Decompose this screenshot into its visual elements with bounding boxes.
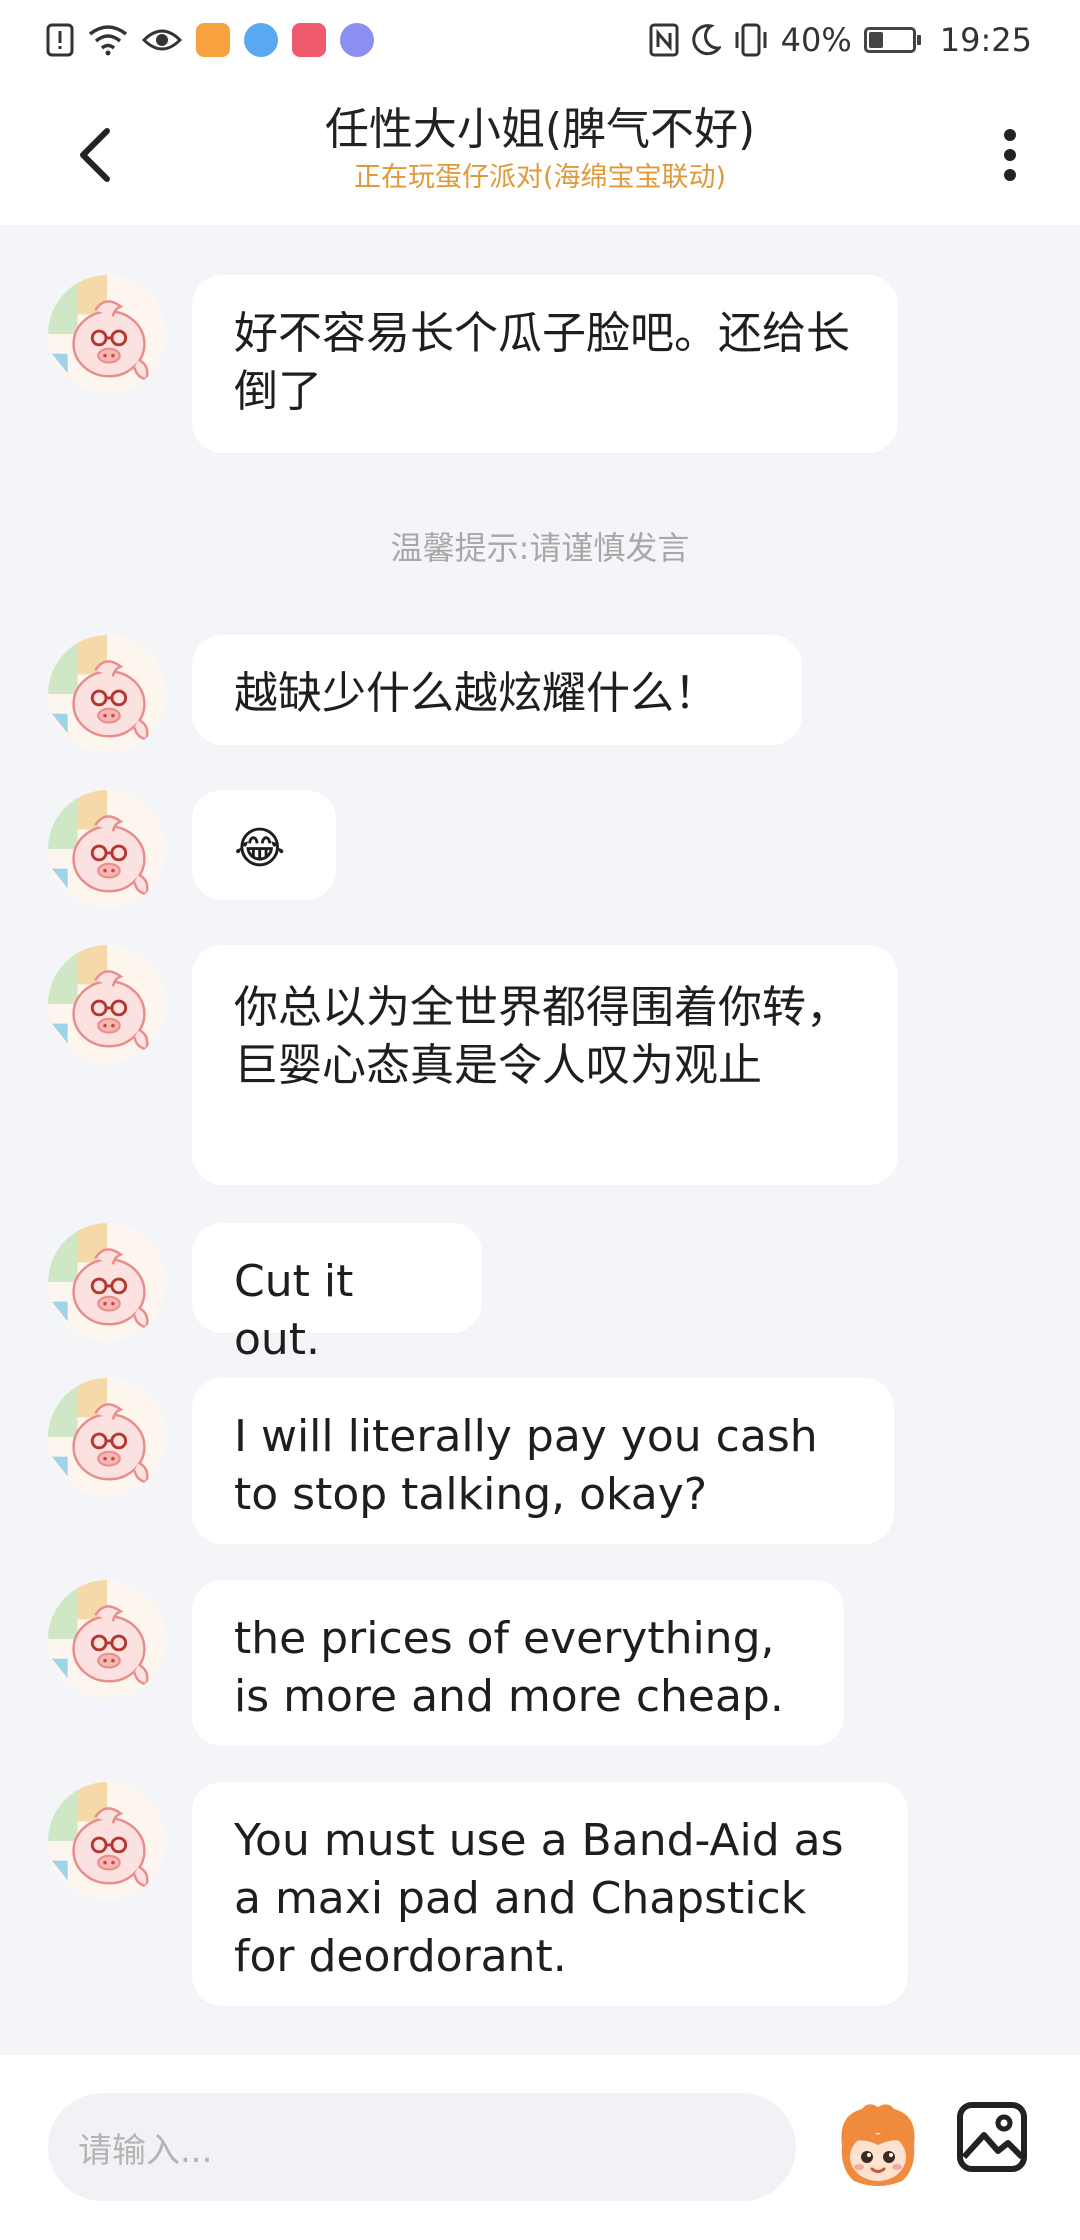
message-text: I will literally pay you cash to stop ta…	[234, 1411, 818, 1520]
avatar[interactable]	[48, 1378, 166, 1496]
chat-header: 任性大小姐(脾气不好) 正在玩蛋仔派对(海绵宝宝联动)	[0, 80, 1080, 225]
message-bubble[interactable]: 越缺少什么越炫耀什么！	[192, 635, 802, 745]
avatar[interactable]	[48, 275, 166, 393]
battery-level	[868, 32, 884, 48]
status-left-icons	[46, 18, 374, 62]
pig-avatar-icon	[48, 945, 166, 1063]
message-input[interactable]: 请输入...	[48, 2093, 796, 2201]
safety-notice: 温馨提示:请谨慎发言	[390, 529, 690, 567]
back-button[interactable]	[60, 120, 130, 190]
chat-screen: 40% 19:25 任性大小姐(脾气不好) 正在玩蛋仔派对(海绵宝宝联动) 好不…	[0, 0, 1080, 2240]
battery-icon	[863, 27, 921, 53]
avatar[interactable]	[48, 945, 166, 1063]
input-placeholder: 请输入...	[78, 2130, 213, 2171]
video-app-icon	[196, 23, 230, 57]
status-bar: 40% 19:25	[0, 0, 1080, 80]
message-text: 好不容易长个瓜子脸吧。还给长倒了	[234, 308, 850, 417]
message-text: 😂	[234, 823, 286, 874]
chevron-left-icon	[80, 128, 110, 182]
nfc-icon	[649, 23, 679, 57]
more-options-button[interactable]	[980, 120, 1040, 190]
music-app-icon	[340, 23, 374, 57]
pig-avatar-icon	[48, 275, 166, 393]
message-bubble[interactable]: the prices of everything, is more and mo…	[192, 1580, 844, 1746]
battery-percent: 40%	[780, 21, 852, 59]
wifi-icon	[88, 25, 128, 56]
clock: 19:25	[939, 21, 1032, 59]
pig-avatar-icon	[48, 1782, 166, 1900]
pig-avatar-icon	[48, 1580, 166, 1698]
pig-avatar-icon	[48, 1378, 166, 1496]
mascot-icon	[841, 2104, 915, 2186]
message-bubble[interactable]: I will literally pay you cash to stop ta…	[192, 1378, 894, 1544]
vibrate-icon	[735, 23, 767, 57]
status-right-icons: 40% 19:25	[649, 18, 1032, 62]
playing-status: 正在玩蛋仔派对(海绵宝宝联动)	[353, 162, 727, 193]
header-title-block: 任性大小姐(脾气不好) 正在玩蛋仔派对(海绵宝宝联动)	[160, 102, 920, 198]
message-text: 你总以为全世界都得围着你转，巨婴心态真是令人叹为观止	[234, 982, 850, 1091]
message-list[interactable]: 好不容易长个瓜子脸吧。还给长倒了 温馨提示:请谨慎发言 越缺少什么越炫耀什么！ …	[0, 225, 1080, 2055]
eye-icon	[142, 29, 182, 51]
page-title: 任性大小姐(脾气不好)	[324, 104, 756, 155]
avatar[interactable]	[48, 635, 166, 753]
message-bubble[interactable]: Cut it out.	[192, 1223, 482, 1365]
message-text: 越缺少什么越炫耀什么！	[234, 668, 718, 719]
pig-avatar-icon	[48, 1223, 166, 1341]
avatar[interactable]	[48, 1580, 166, 1698]
emoji-mascot-button[interactable]	[832, 2099, 924, 2191]
message-bubble[interactable]: 你总以为全世界都得围着你转，巨婴心态真是令人叹为观止	[192, 945, 898, 1185]
more-vertical-icon	[1004, 129, 1016, 181]
message-text: the prices of everything, is more and mo…	[234, 1613, 784, 1722]
moon-icon	[691, 24, 721, 56]
message-text: Cut it out.	[234, 1256, 354, 1365]
avatar[interactable]	[48, 1223, 166, 1341]
message-bubble[interactable]: You must use a Band-Aid as a maxi pad an…	[192, 1782, 908, 2006]
pig-avatar-icon	[48, 790, 166, 908]
browser-app-icon	[244, 23, 278, 57]
image-icon	[957, 2102, 1027, 2172]
input-bar: 请输入...	[0, 2055, 1080, 2240]
send-image-button[interactable]	[956, 2101, 1028, 2173]
avatar[interactable]	[48, 1782, 166, 1900]
message-bubble[interactable]: 😂	[192, 790, 336, 900]
message-bubble[interactable]: 好不容易长个瓜子脸吧。还给长倒了	[192, 275, 898, 453]
pig-avatar-icon	[48, 635, 166, 753]
avatar[interactable]	[48, 790, 166, 908]
alert-icon	[46, 23, 74, 57]
message-text: You must use a Band-Aid as a maxi pad an…	[234, 1815, 844, 1982]
huawei-app-icon	[292, 23, 326, 57]
